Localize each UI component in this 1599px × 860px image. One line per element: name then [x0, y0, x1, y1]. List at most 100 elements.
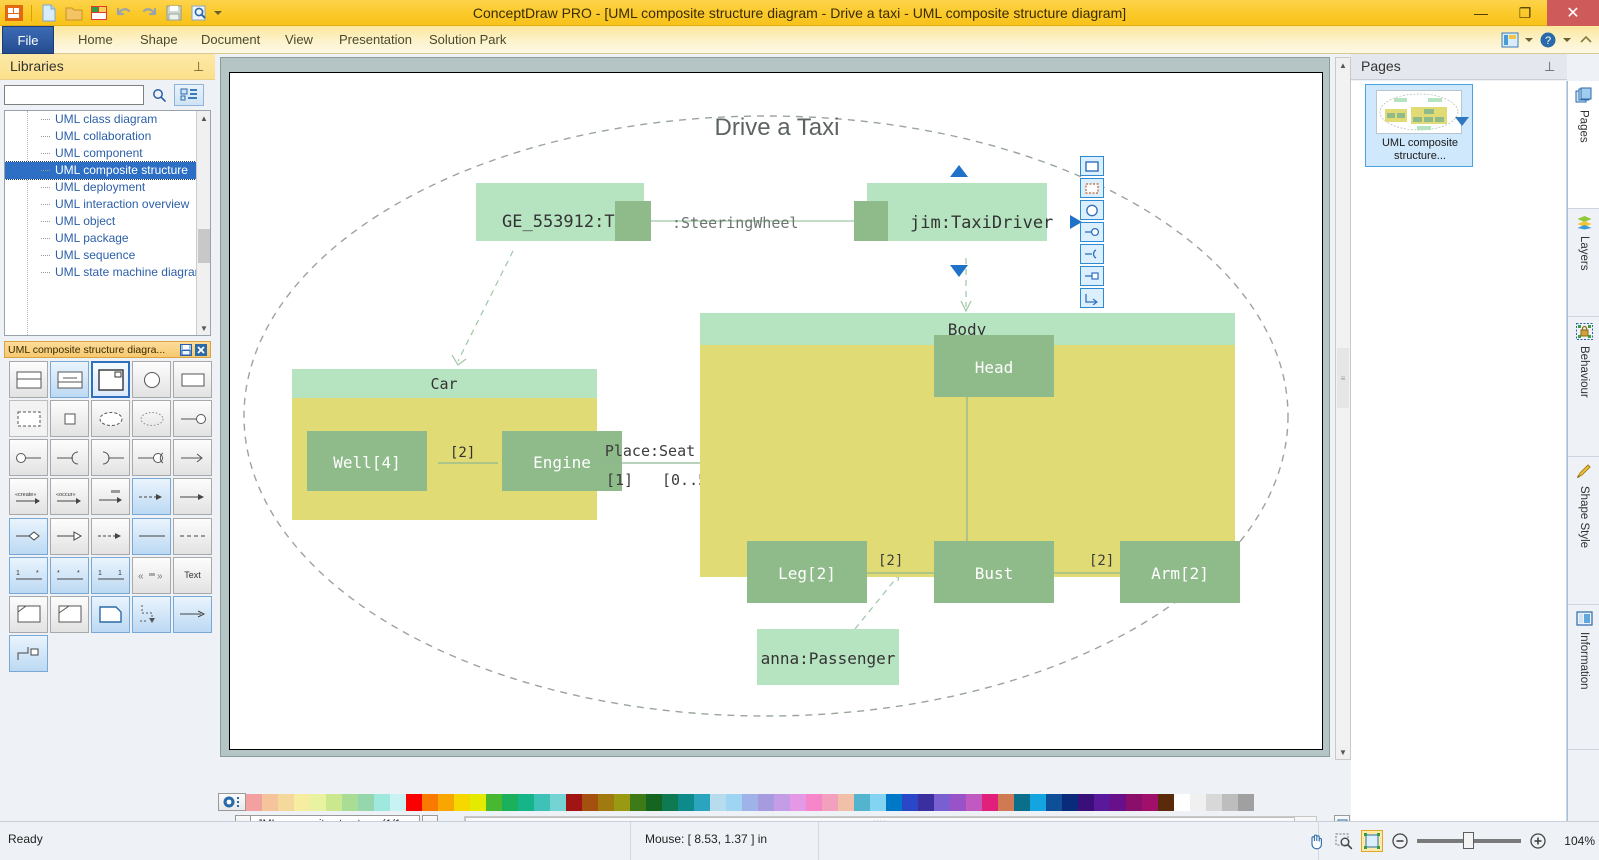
side-tab-pages[interactable]: Pages — [1568, 81, 1599, 209]
collapse-ribbon-icon[interactable] — [1577, 31, 1595, 49]
color-swatch[interactable] — [614, 793, 630, 811]
canvas-scroll-down-icon[interactable]: ▼ — [1336, 745, 1350, 759]
color-swatch[interactable] — [662, 793, 678, 811]
tab-view[interactable]: View — [273, 26, 325, 54]
color-swatch[interactable] — [870, 793, 886, 811]
library-tree-scrollbar[interactable]: ▲ ▼ — [196, 111, 210, 335]
tree-item-uml-deployment[interactable]: UML deployment — [5, 179, 198, 196]
color-swatch[interactable] — [822, 793, 838, 811]
color-swatch[interactable] — [1078, 793, 1094, 811]
port-shape-icon[interactable] — [1080, 266, 1104, 286]
pages-pin-icon[interactable]: ⊥ — [1544, 59, 1555, 75]
shape-stereotype-occurrence-arrow[interactable]: «occur» — [50, 478, 89, 516]
shape-comment-shape[interactable] — [50, 595, 89, 633]
zoom-in-button[interactable] — [1527, 830, 1549, 852]
color-swatch[interactable] — [918, 793, 934, 811]
color-swatch[interactable] — [982, 793, 998, 811]
color-swatch[interactable] — [950, 793, 966, 811]
shape-socket-left[interactable] — [91, 439, 130, 477]
color-swatch[interactable] — [310, 793, 326, 811]
customize-qat-icon[interactable] — [214, 11, 222, 15]
color-swatch[interactable] — [358, 793, 374, 811]
handle-down-triangle[interactable] — [950, 265, 968, 277]
lollipop-shape-icon[interactable] — [1080, 222, 1104, 242]
socket-shape-icon[interactable] — [1080, 244, 1104, 264]
shape-part-rectangle[interactable] — [173, 361, 212, 398]
shape-lollipop-left[interactable] — [9, 439, 48, 477]
color-swatch[interactable] — [742, 793, 758, 811]
color-picker-icon[interactable] — [218, 793, 246, 811]
side-tab-information[interactable]: Information — [1568, 605, 1599, 750]
circle-shape-icon[interactable] — [1080, 200, 1104, 220]
tab-presentation[interactable]: Presentation — [327, 26, 424, 54]
save-icon[interactable] — [164, 3, 184, 23]
color-swatch[interactable] — [486, 793, 502, 811]
zoom-select-icon[interactable] — [1333, 830, 1355, 852]
uml-composite-structure-diagram[interactable]: GE_553912:Taxi :SteeringWheel jim:TaxiDr… — [230, 73, 1324, 751]
color-swatch[interactable] — [630, 793, 646, 811]
page-card-caret-icon[interactable] — [1455, 117, 1469, 126]
minimize-button[interactable]: — — [1459, 0, 1503, 26]
shape-triangle-end-generalization[interactable] — [50, 517, 89, 555]
shape-text-tool[interactable]: Text — [173, 556, 212, 594]
color-swatch[interactable] — [934, 793, 950, 811]
shape-stereotype-create-arrow[interactable]: «create» — [9, 478, 48, 516]
scroll-up-icon[interactable]: ▲ — [197, 111, 210, 125]
shape-small-square-port[interactable] — [50, 400, 89, 438]
shape-classifier-two-compartment[interactable] — [9, 361, 48, 398]
color-swatch[interactable] — [854, 793, 870, 811]
dashed-rectangle-shape-icon[interactable] — [1080, 178, 1104, 198]
tree-item-uml-interaction-overview[interactable]: UML interaction overview — [5, 196, 198, 213]
color-swatch[interactable] — [294, 793, 310, 811]
color-swatch[interactable] — [646, 793, 662, 811]
connector-shape-icon[interactable] — [1080, 288, 1104, 308]
color-swatch[interactable] — [966, 793, 982, 811]
color-swatch[interactable] — [438, 793, 454, 811]
color-swatch[interactable] — [1238, 793, 1254, 811]
maximize-button[interactable]: ❐ — [1503, 0, 1547, 26]
open-folder-icon[interactable] — [64, 3, 84, 23]
shape-required-interface-socket[interactable] — [50, 439, 89, 477]
window-layout-caret-icon[interactable] — [1525, 38, 1533, 42]
drawing-page[interactable]: GE_553912:Taxi :SteeringWheel jim:TaxiDr… — [229, 72, 1323, 750]
shape-dashed-arrow-dependency[interactable] — [132, 478, 171, 516]
color-swatch[interactable] — [710, 793, 726, 811]
tab-shape[interactable]: Shape — [128, 26, 190, 54]
color-swatch[interactable] — [1190, 793, 1206, 811]
color-swatch[interactable] — [566, 793, 582, 811]
side-tab-layers[interactable]: Layers — [1568, 209, 1599, 317]
canvas-scroll-up-icon[interactable]: ▲ — [1336, 58, 1350, 72]
shape-multiplicity-one-star[interactable]: 1 * — [9, 556, 48, 594]
handle-up-triangle[interactable] — [950, 165, 968, 177]
shape-dashed-line[interactable] — [173, 517, 212, 555]
shape-dashed-ellipse[interactable] — [91, 400, 130, 438]
shape-filled-arrow-connector[interactable] — [173, 478, 212, 516]
tree-item-uml-collaboration[interactable]: UML collaboration — [5, 128, 198, 145]
scroll-down-icon[interactable]: ▼ — [197, 321, 210, 335]
color-swatch[interactable] — [470, 793, 486, 811]
shape-assembly-connector[interactable] — [132, 439, 171, 477]
tree-item-uml-state-machine[interactable]: UML state machine diagram — [5, 264, 205, 281]
close-button[interactable]: ✕ — [1547, 0, 1599, 26]
shape-dashed-rectangle-collaboration[interactable] — [9, 400, 48, 438]
color-swatch[interactable] — [1014, 793, 1030, 811]
shape-straight-arrow[interactable] — [173, 595, 212, 633]
color-swatch[interactable] — [1174, 793, 1190, 811]
shape-tree-connector[interactable] — [132, 595, 171, 633]
fit-to-window-icon[interactable] — [1361, 830, 1383, 852]
tree-view-icon[interactable] — [174, 84, 204, 106]
color-swatch[interactable] — [694, 793, 710, 811]
shape-classifier-with-divider[interactable] — [50, 361, 89, 398]
app-logo-icon[interactable] — [4, 3, 24, 23]
color-swatch[interactable] — [1142, 793, 1158, 811]
canvas-viewport[interactable]: GE_553912:Taxi :SteeringWheel jim:TaxiDr… — [220, 57, 1330, 757]
help-caret-icon[interactable] — [1563, 38, 1571, 42]
canvas-scrollbar-thumb[interactable]: ≡ — [1337, 348, 1349, 408]
tab-file[interactable]: File — [2, 26, 54, 54]
shape-provided-interface-lollipop[interactable] — [173, 400, 212, 438]
help-icon[interactable]: ? — [1539, 31, 1557, 49]
tab-home[interactable]: Home — [66, 26, 125, 54]
color-swatch[interactable] — [262, 793, 278, 811]
color-swatch[interactable] — [1062, 793, 1078, 811]
color-swatch[interactable] — [1206, 793, 1222, 811]
